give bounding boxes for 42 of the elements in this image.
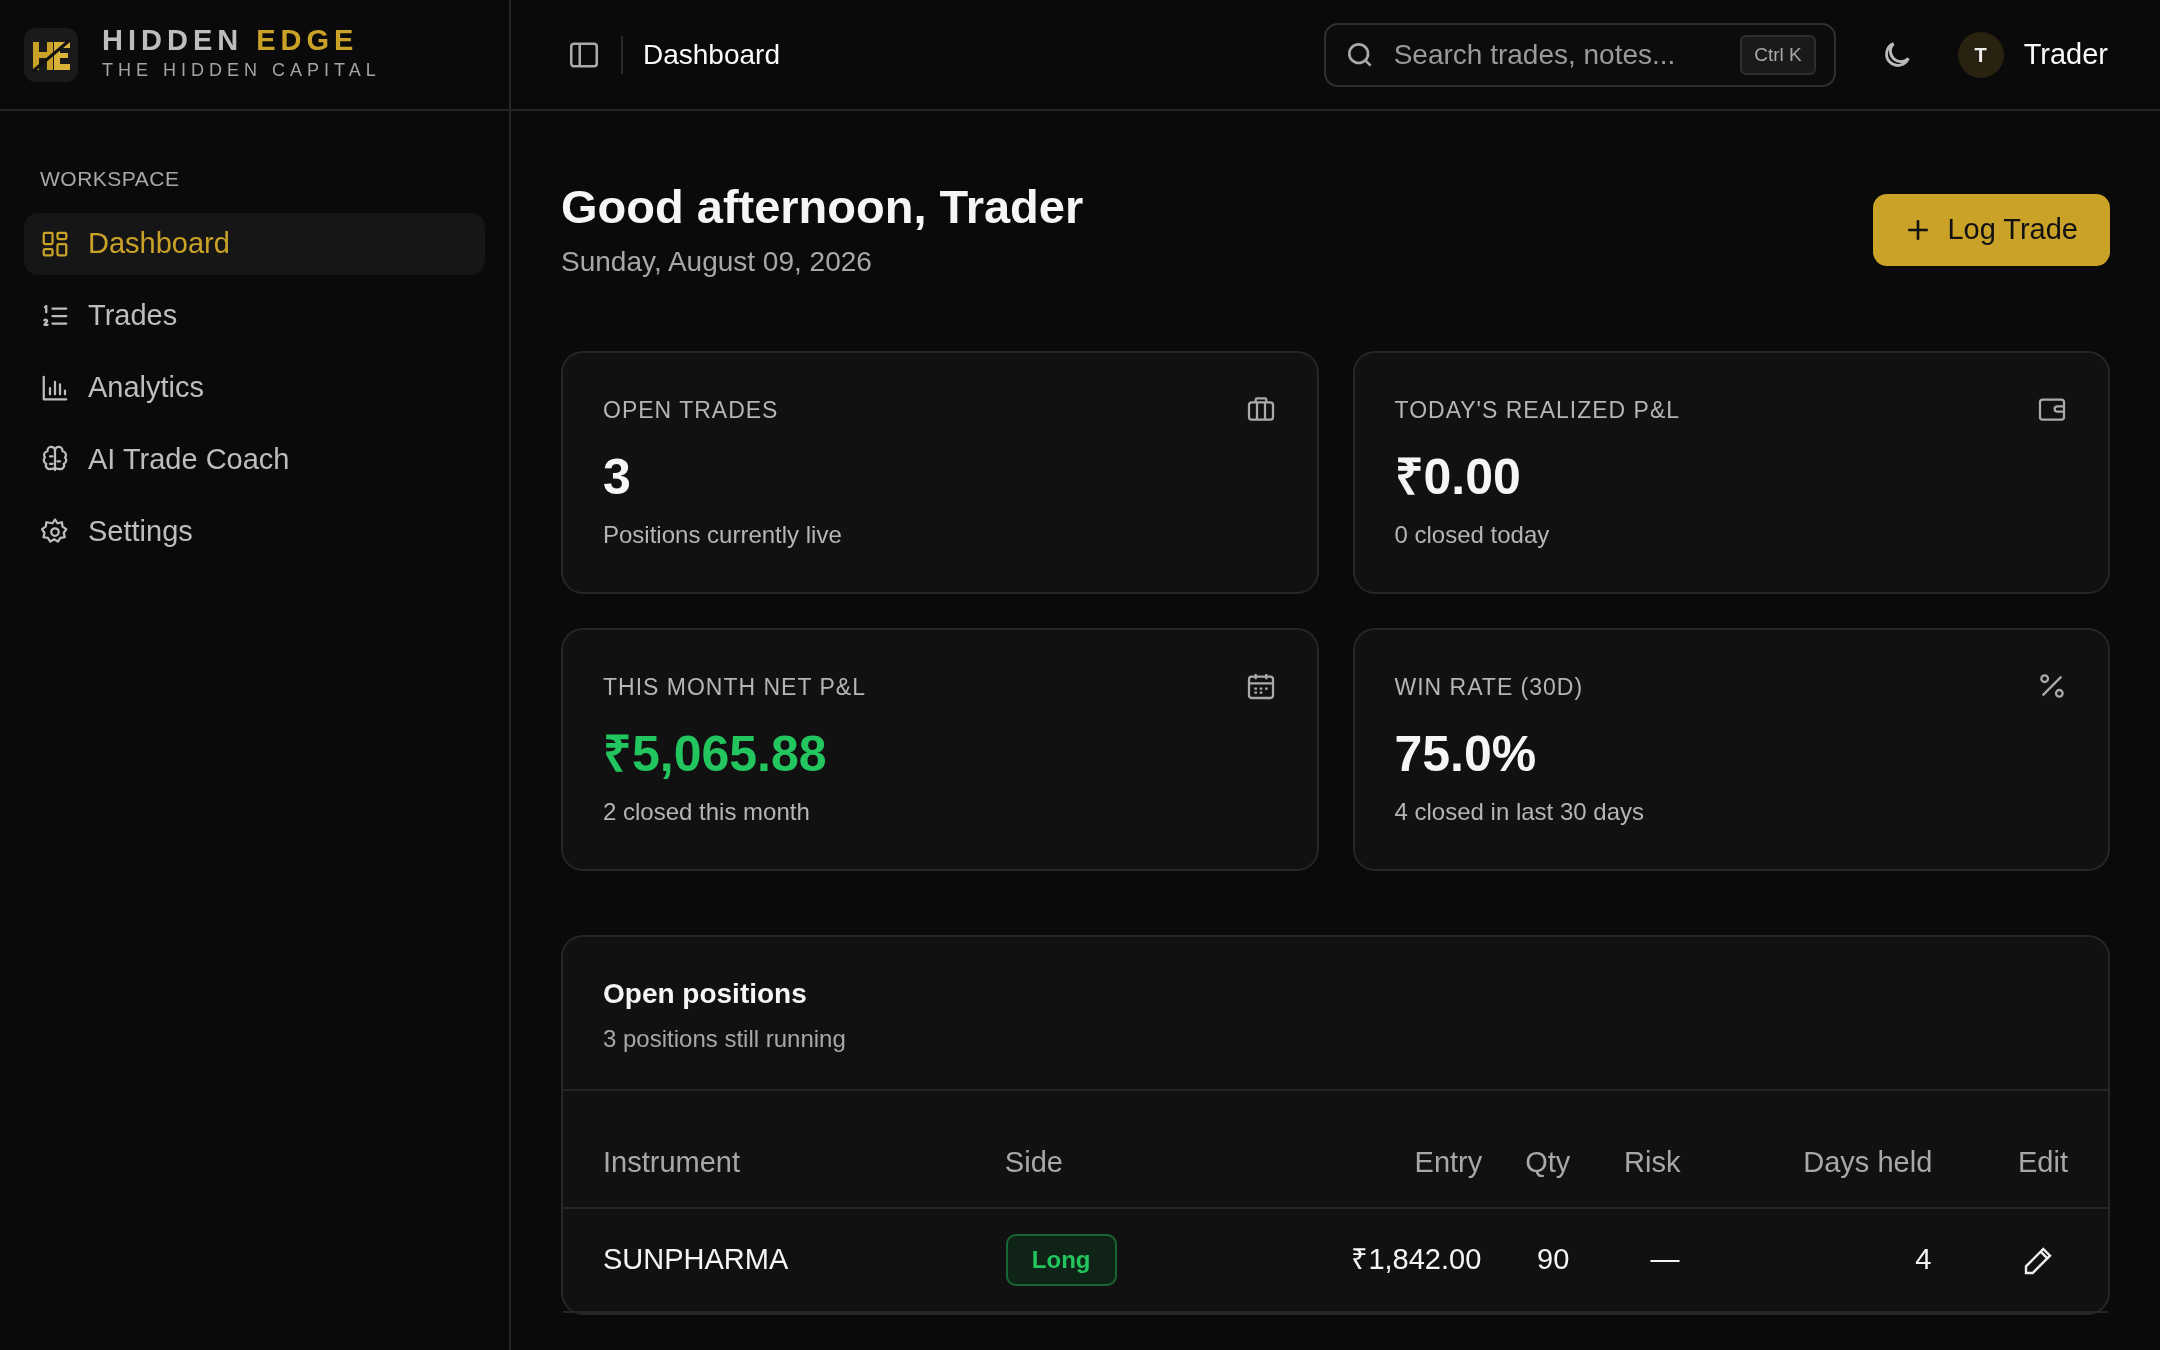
stat-label: TODAY'S REALIZED P&L (1394, 396, 1681, 426)
table-cell: ₹1,842.00 (1351, 1243, 1482, 1276)
stat-label: WIN RATE (30D) (1394, 673, 1584, 703)
column-header: Side (1004, 1141, 1225, 1208)
brand-tagline: THE HIDDEN CAPITAL (102, 58, 381, 82)
page-title: Dashboard (643, 37, 780, 72)
card-subtitle: 3 positions still running (603, 1024, 847, 1055)
stat-label: OPEN TRADES (603, 396, 779, 426)
sidebar-item[interactable]: Trades (24, 284, 485, 347)
table-cell: SUNPHARMA (603, 1243, 789, 1276)
date-text: Sunday, August 09, 2026 (561, 245, 873, 280)
stat-note: 4 closed in last 30 days (1394, 796, 1645, 827)
sidebar-item[interactable]: Analytics (24, 356, 485, 419)
log-trade-button[interactable]: Log Trade (1873, 194, 2110, 266)
stat-note: 0 closed today (1394, 519, 1551, 550)
stat-value: ₹5,065.88 (603, 726, 828, 782)
card-title: Open positions (603, 977, 808, 1012)
stat-note: Positions currently live (603, 519, 843, 550)
greeting-heading: Good afternoon, Trader (561, 179, 1084, 235)
column-header: Risk (1570, 1141, 1681, 1208)
column-header: Instrument (563, 1141, 1005, 1208)
avatar[interactable]: T (1957, 31, 2004, 78)
brand-name: HIDDEN EDGE (102, 25, 360, 57)
table-cell: 4 (1915, 1243, 1932, 1276)
stat-label: THIS MONTH NET P&L (603, 673, 866, 703)
shortcut-hint: Ctrl K (1740, 34, 1816, 75)
table-cell: — (1650, 1243, 1680, 1276)
table-cell: 90 (1537, 1243, 1570, 1276)
section-label: WORKSPACE (40, 166, 181, 192)
column-header: Days held (1680, 1141, 1933, 1208)
stat-value: 3 (603, 449, 632, 505)
sidebar-item[interactable]: AI Trade Coach (24, 428, 485, 491)
stat-value: 75.0% (1394, 726, 1538, 782)
column-header: Qty (1482, 1141, 1571, 1208)
side-badge: Long (1005, 1233, 1117, 1286)
user-name[interactable]: Trader (2023, 32, 2108, 77)
stat-note: 2 closed this month (603, 796, 811, 827)
sidebar-item[interactable]: Dashboard (24, 212, 485, 275)
column-header: Edit (1932, 1141, 2108, 1208)
sidebar-item[interactable]: Settings (24, 500, 485, 563)
column-header: Entry (1224, 1141, 1483, 1208)
stat-value: ₹0.00 (1394, 449, 1522, 505)
